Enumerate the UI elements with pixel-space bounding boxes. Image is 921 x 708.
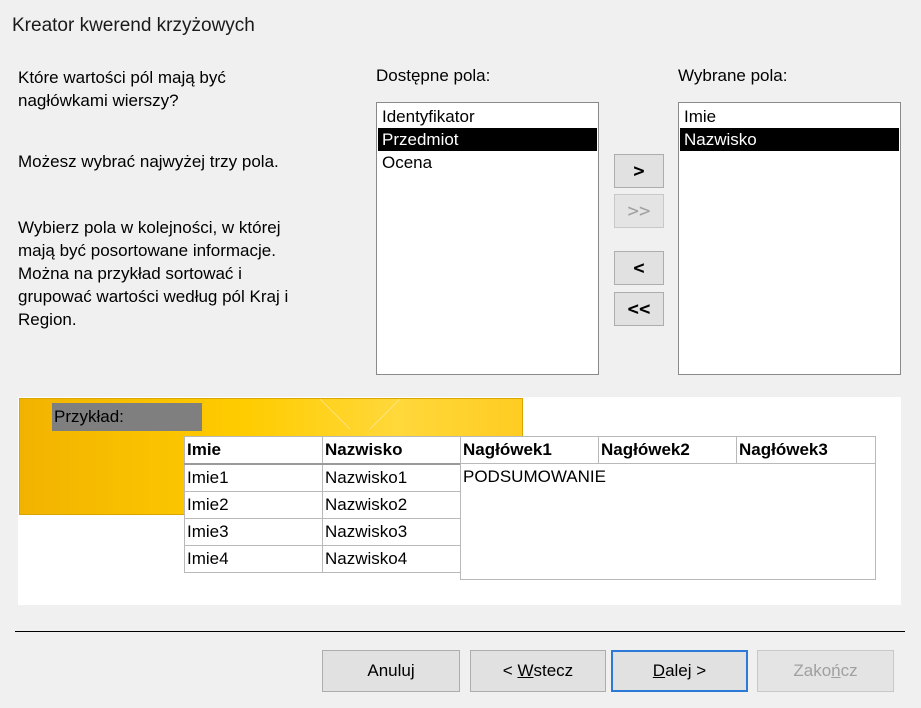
table-cell: Nazwisko4 <box>322 545 461 573</box>
order-line: Wybierz pola w kolejności, w której <box>18 218 281 237</box>
remove-all-fields-button[interactable]: << <box>614 292 664 326</box>
cancel-button-label: Anuluj <box>367 661 415 680</box>
sample-row-headers-table: Imie Nazwisko Imie1 Nazwisko1 Imie2 Nazw… <box>184 436 461 573</box>
column-header: Imie <box>184 436 323 465</box>
next-button-accel: D <box>652 661 666 680</box>
back-button-rest: stecz <box>533 661 574 680</box>
finish-button-pre: Zako <box>793 661 832 680</box>
next-button[interactable]: Dalej > <box>611 650 748 692</box>
table-row: Imie1 Nazwisko1 <box>184 463 461 492</box>
divider <box>15 631 905 632</box>
sample-summary-area: PODSUMOWANIE <box>460 463 876 580</box>
order-line: grupować wartości według pól Kraj i <box>18 287 289 306</box>
summary-text: PODSUMOWANIE <box>463 467 606 486</box>
selected-field-item-selected[interactable]: Nazwisko <box>680 128 899 151</box>
question-line: Które wartości pól mają być <box>18 68 226 87</box>
available-field-item-selected[interactable]: Przedmiot <box>378 128 597 151</box>
available-fields-list[interactable]: Identyfikator Przedmiot Ocena <box>376 102 599 375</box>
column-header: Nagłówek2 <box>598 436 737 465</box>
column-header: Nazwisko <box>322 436 461 465</box>
order-line: mają być posortowane informacje. <box>18 241 276 260</box>
finish-button[interactable]: Zako ń cz <box>757 650 894 692</box>
table-cell: Imie1 <box>184 463 323 492</box>
available-field-item[interactable]: Identyfikator <box>378 105 597 128</box>
back-button[interactable]: < Wstecz <box>470 650 606 692</box>
add-field-button[interactable]: > <box>614 154 664 188</box>
column-header: Nagłówek1 <box>460 436 599 465</box>
order-line: Region. <box>18 310 77 329</box>
window-title: Kreator kwerend krzyżowych <box>12 15 255 36</box>
finish-button-rest: cz <box>840 661 858 680</box>
available-fields-label: Dostępne pola: <box>376 66 491 85</box>
back-button-accel: W <box>517 661 534 680</box>
instruction-question: Które wartości pól mają być nagłówkami w… <box>18 66 226 112</box>
selected-fields-label: Wybrane pola: <box>678 66 788 85</box>
sample-label: Przykład: <box>52 403 202 431</box>
order-line: Można na przykład sortować i <box>18 264 242 283</box>
table-header-row: Nagłówek1 Nagłówek2 Nagłówek3 <box>460 436 876 465</box>
table-row: Imie2 Nazwisko2 <box>184 491 461 519</box>
table-cell: Imie3 <box>184 518 323 546</box>
column-header: Nagłówek3 <box>736 436 876 465</box>
sample-column-headers-table: Nagłówek1 Nagłówek2 Nagłówek3 <box>460 436 876 465</box>
table-cell: Nazwisko1 <box>322 463 461 492</box>
table-cell: Nazwisko3 <box>322 518 461 546</box>
instruction-order: Wybierz pola w kolejności, w której mają… <box>18 216 288 331</box>
instruction-limit: Możesz wybrać najwyżej trzy pola. <box>18 152 279 171</box>
table-cell: Imie4 <box>184 545 323 573</box>
available-field-item[interactable]: Ocena <box>378 151 597 174</box>
finish-button-accel: ń <box>831 661 841 680</box>
question-line: nagłówkami wierszy? <box>18 91 179 110</box>
back-button-prefix: < <box>502 661 518 680</box>
table-cell: Imie2 <box>184 491 323 519</box>
remove-field-button[interactable]: < <box>614 251 664 285</box>
selected-field-item[interactable]: Imie <box>680 105 899 128</box>
add-all-fields-button[interactable]: >> <box>614 194 664 228</box>
table-header-row: Imie Nazwisko <box>184 436 461 465</box>
table-cell: Nazwisko2 <box>322 491 461 519</box>
cancel-button[interactable]: Anuluj <box>322 650 460 692</box>
selected-fields-list[interactable]: Imie Nazwisko <box>678 102 901 375</box>
table-row: Imie3 Nazwisko3 <box>184 518 461 546</box>
table-row: Imie4 Nazwisko4 <box>184 545 461 573</box>
next-button-rest: alej > <box>665 661 707 680</box>
